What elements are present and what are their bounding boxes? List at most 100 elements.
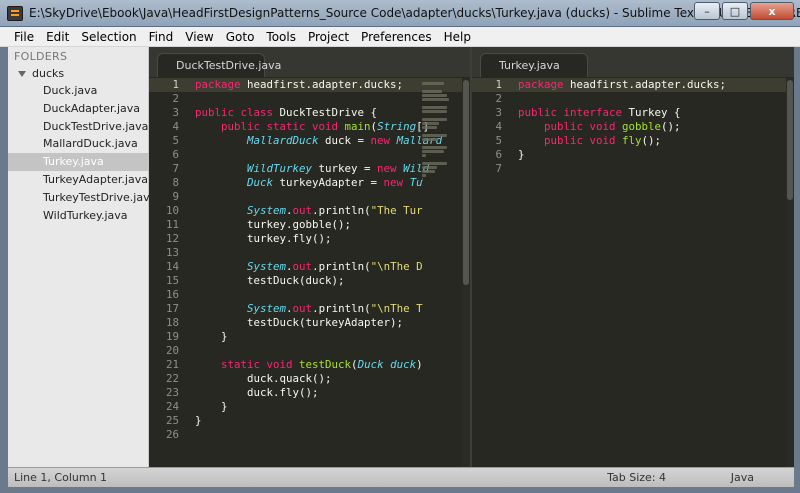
sidebar-file-item[interactable]: DuckTestDrive.java — [8, 118, 149, 136]
line-number: 3 — [495, 106, 502, 119]
scrollbar-thumb[interactable] — [787, 80, 793, 200]
minimize-button[interactable]: – — [694, 2, 720, 20]
line-number: 23 — [165, 386, 179, 399]
minimap-line — [422, 150, 445, 153]
minimap-line — [422, 178, 423, 181]
minimap-line — [422, 122, 439, 125]
editor-pane-left: DuckTestDrive.java 1 2 3 4 5 6 7 8 9 10 11 12 13 14 15… — [149, 47, 470, 467]
line-number: 26 — [165, 428, 179, 441]
menu-help[interactable]: Help — [438, 30, 477, 44]
line-number: 6 — [172, 148, 179, 161]
line-number: 10 — [165, 204, 179, 217]
minimap-line — [422, 166, 437, 169]
line-number: 25 — [165, 414, 179, 427]
line-number: 15 — [165, 274, 179, 287]
minimap-line — [422, 126, 437, 129]
line-number: 20 — [165, 344, 179, 357]
minimap-line — [422, 162, 447, 165]
sidebar-file-item[interactable]: WildTurkey.java — [8, 207, 149, 225]
minimap[interactable] — [422, 81, 462, 201]
folders-header: FOLDERS — [14, 50, 68, 63]
code-line[interactable]: System.out.println("The Tur — [195, 204, 470, 218]
code-line[interactable]: turkey.gobble(); — [195, 218, 470, 232]
code-line[interactable]: testDuck(turkeyAdapter); — [195, 316, 470, 330]
line-number: 17 — [165, 302, 179, 315]
code-line[interactable]: } — [195, 400, 470, 414]
folder-ducks[interactable]: ducks — [18, 67, 64, 80]
code-line[interactable]: testDuck(duck); — [195, 274, 470, 288]
line-number: 7 — [495, 162, 502, 175]
minimap-line — [422, 106, 448, 109]
line-number: 14 — [165, 260, 179, 273]
vertical-scrollbar[interactable] — [462, 78, 470, 467]
minimap-line — [422, 146, 447, 149]
code-area-right[interactable]: 1234567 package headfirst.adapter.ducks;… — [472, 78, 794, 467]
sidebar: FOLDERS ducks Duck.java DuckAdapter.java D… — [8, 47, 156, 467]
tab-ducktestdrive[interactable]: DuckTestDrive.java — [157, 53, 281, 77]
tab-size-indicator[interactable]: Tab Size: 4 — [607, 471, 666, 484]
minimap-line — [422, 118, 447, 121]
code-line[interactable]: duck.quack(); — [195, 372, 470, 386]
sidebar-file-item[interactable]: MallardDuck.java — [8, 135, 149, 153]
close-button[interactable]: x — [750, 2, 794, 20]
menu-project[interactable]: Project — [302, 30, 355, 44]
cursor-position: Line 1, Column 1 — [14, 471, 108, 484]
code-line[interactable]: } — [195, 414, 470, 428]
menu-find[interactable]: Find — [143, 30, 180, 44]
tab-turkey[interactable]: Turkey.java — [480, 53, 588, 77]
menu-goto[interactable]: Goto — [220, 30, 261, 44]
title-bar: E:\SkyDrive\Ebook\Java\HeadFirstDesignPa… — [0, 0, 800, 27]
minimap-line — [422, 110, 447, 113]
app-icon — [7, 6, 23, 21]
line-number: 5 — [172, 134, 179, 147]
sidebar-file-item[interactable]: Duck.java — [8, 82, 149, 100]
line-number: 8 — [172, 176, 179, 189]
minimap-line — [422, 138, 439, 141]
code-line[interactable]: public interface Turkey { — [518, 106, 794, 120]
code-line[interactable]: public void gobble(); — [518, 120, 794, 134]
scrollbar-thumb[interactable] — [463, 80, 469, 285]
line-number: 4 — [495, 120, 502, 133]
code-line[interactable]: System.out.println("\nThe D — [195, 260, 470, 274]
code-line[interactable]: package headfirst.adapter.ducks; — [508, 78, 794, 92]
code-text[interactable]: package headfirst.adapter.ducks; public … — [508, 78, 794, 176]
expand-triangle-icon[interactable] — [18, 70, 26, 77]
sidebar-file-item[interactable]: TurkeyTestDrive.java — [8, 189, 156, 207]
sidebar-file-item[interactable]: DuckAdapter.java — [8, 100, 149, 118]
menu-preferences[interactable]: Preferences — [355, 30, 438, 44]
line-gutter: 1234567 — [472, 78, 508, 176]
line-number: 18 — [165, 316, 179, 329]
code-line[interactable] — [195, 288, 470, 302]
editor-pane-right: Turkey.java 1234567 package headfirst.ad… — [472, 47, 794, 467]
minimap-line — [422, 174, 426, 177]
code-line[interactable] — [195, 344, 470, 358]
code-line[interactable] — [518, 92, 794, 106]
folder-label: ducks — [32, 67, 65, 80]
vertical-scrollbar[interactable] — [786, 78, 794, 467]
window-controls: – □ x — [692, 2, 794, 20]
menu-tools[interactable]: Tools — [260, 30, 302, 44]
line-number: 16 — [165, 288, 179, 301]
code-line[interactable]: } — [195, 330, 470, 344]
maximize-button[interactable]: □ — [722, 2, 748, 20]
code-line[interactable]: turkey.fly(); — [195, 232, 470, 246]
code-line[interactable]: System.out.println("\nThe T — [195, 302, 470, 316]
code-line[interactable]: } — [518, 148, 794, 162]
code-line[interactable] — [195, 428, 470, 442]
syntax-indicator[interactable]: Java — [731, 471, 754, 484]
menu-file[interactable]: File — [8, 30, 40, 44]
code-line[interactable]: static void testDuck(Duck duck) — [195, 358, 470, 372]
code-line[interactable]: duck.fly(); — [195, 386, 470, 400]
menu-view[interactable]: View — [179, 30, 219, 44]
sidebar-file-item[interactable]: TurkeyAdapter.java — [8, 171, 149, 189]
sidebar-file-item[interactable]: Turkey.java — [8, 153, 149, 171]
code-line[interactable]: public void fly(); — [518, 134, 794, 148]
tab-strip-left: DuckTestDrive.java — [149, 47, 470, 77]
menu-edit[interactable]: Edit — [40, 30, 75, 44]
code-line[interactable] — [195, 246, 470, 260]
menu-selection[interactable]: Selection — [75, 30, 142, 44]
line-number: 4 — [172, 120, 179, 133]
code-line[interactable] — [518, 162, 794, 176]
code-area-left[interactable]: 1 2 3 4 5 6 7 8 9 10 11 12 13 14 15 16 17 18 19 20 21 22 23 24 2… — [149, 78, 470, 467]
line-number: 9 — [172, 190, 179, 203]
